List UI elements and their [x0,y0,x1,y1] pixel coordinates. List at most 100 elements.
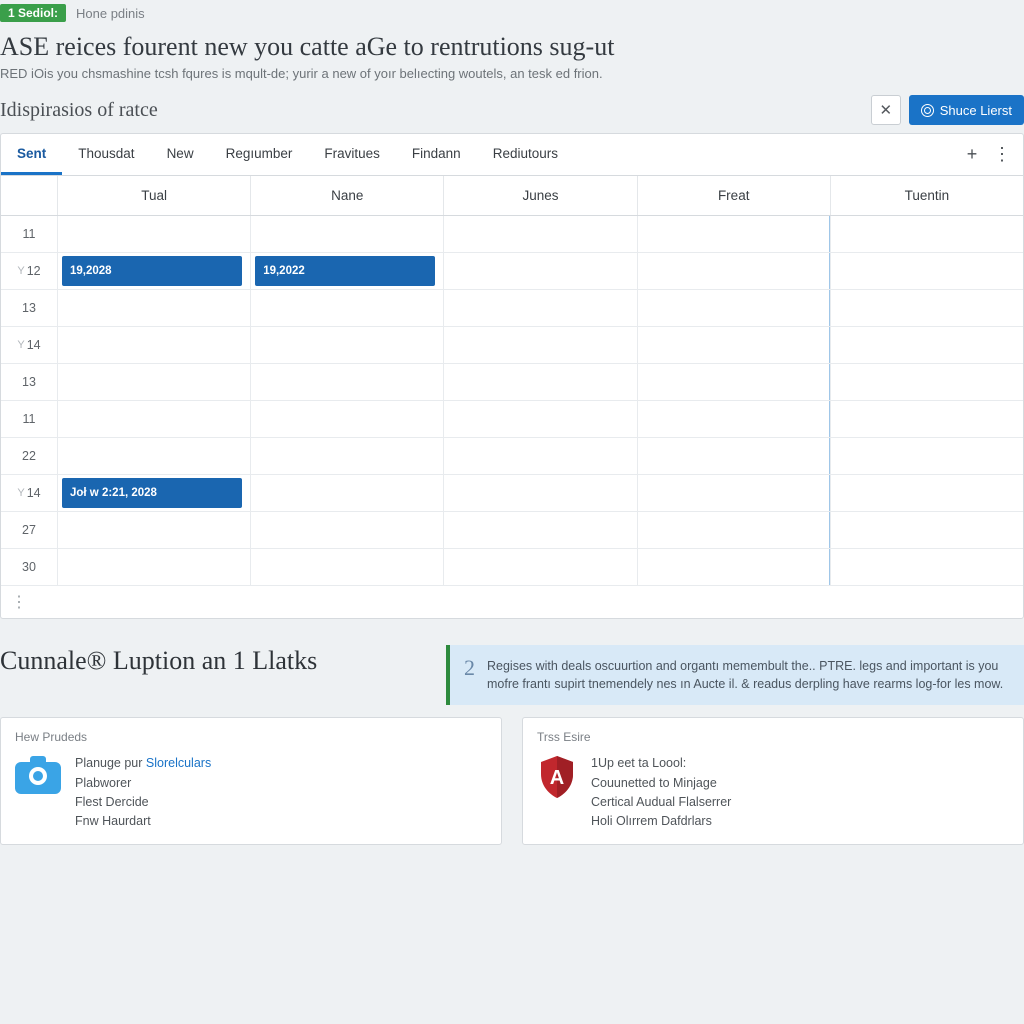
calendar-cell[interactable] [250,216,443,252]
info-callout: 2 Regises with deals oscuurtion and orga… [446,645,1024,705]
close-button[interactable]: ✕ [871,95,901,125]
card-link[interactable]: Slorelculars [146,756,211,770]
calendar-cell[interactable] [443,327,636,363]
calendar-time-label: 22 [1,438,57,474]
calendar-cell[interactable] [830,549,1023,585]
page-subtitle: RED iOis you chsmashine tcsh fqures is m… [0,66,1024,81]
calendar-event[interactable]: Joł w 2:21, 2028 [62,478,242,508]
card-lines: Planuge pur SlorelcularsPlabworerFlest D… [75,754,211,832]
calendar-cell[interactable] [637,290,830,326]
plus-icon[interactable]: + [957,144,987,165]
tab-regıumber[interactable]: Regıumber [210,134,309,175]
calendar-cell[interactable] [637,401,830,437]
calendar-cell[interactable]: Joł w 2:21, 2028 [57,475,250,511]
calendar-event[interactable]: 19,2028 [62,256,242,286]
calendar-cell[interactable] [637,364,830,400]
card-lines: 1Up eet ta Loool:Couunetted to MinjageCe… [591,754,731,832]
more-icon[interactable]: ⋮ [987,144,1017,165]
calendar-cell[interactable]: 19,2028 [57,253,250,289]
module-header: Idispirasios of ratce ✕ Shuce Lierst [0,95,1024,125]
calendar-cell[interactable] [830,512,1023,548]
card-line: Fnw Haurdart [75,812,211,831]
calendar-cell[interactable] [250,290,443,326]
shield-icon: A [537,754,577,800]
calendar-cell[interactable] [830,253,1023,289]
calendar-cell[interactable] [250,364,443,400]
calendar-row: 11 [1,216,1023,253]
calendar-cell[interactable] [443,364,636,400]
card-line: Plabworer [75,774,211,793]
calendar-cell[interactable] [250,475,443,511]
calendar-cell[interactable] [637,475,830,511]
close-icon: ✕ [879,101,892,119]
calendar-cell[interactable] [830,438,1023,474]
card-line: Certical Audual Flalserrer [591,793,731,812]
calendar-time-label: 11 [1,216,57,252]
calendar-cell[interactable] [57,401,250,437]
calendar-column-header: Nane [250,176,443,215]
calendar-cell[interactable] [250,401,443,437]
calendar-row: 14 [1,327,1023,364]
calendar-cell[interactable] [250,327,443,363]
card-line: 1Up eet ta Loool: [591,754,731,773]
calendar-cell[interactable] [250,512,443,548]
calendar-cell[interactable] [443,401,636,437]
calendar-cell[interactable] [57,327,250,363]
calendar-footer-handle[interactable]: ⋮ [1,586,1023,618]
camera-icon [15,754,61,794]
calendar-cell[interactable] [443,475,636,511]
primary-action-label: Shuce Lierst [940,103,1012,118]
calendar-cell[interactable] [57,549,250,585]
calendar-cell[interactable] [830,327,1023,363]
card-line: Holi Olırrem Dafdrlars [591,812,731,831]
calendar-time-label: 14 [1,327,57,363]
calendar-cell[interactable] [443,549,636,585]
tab-new[interactable]: New [151,134,210,175]
calendar-event[interactable]: 19,2022 [255,256,435,286]
calendar-time-label: 13 [1,290,57,326]
tab-fravitues[interactable]: Fravitues [308,134,396,175]
calendar-cell[interactable]: 19,2022 [250,253,443,289]
info-card: Hew Prudeds Planuge pur SlorelcularsPlabw… [0,717,502,845]
calendar-cell[interactable] [57,512,250,548]
calendar-cell[interactable] [250,438,443,474]
calendar-cell[interactable] [637,438,830,474]
calendar-cell[interactable] [57,216,250,252]
tab-findann[interactable]: Findann [396,134,477,175]
calendar-cell[interactable] [443,512,636,548]
calendar-time-label: 30 [1,549,57,585]
calendar-cell[interactable] [250,549,443,585]
calendar-column-header: Tual [57,176,250,215]
card-line: Planuge pur Slorelculars [75,754,211,773]
calendar-header-row: TualNaneJunesFreatTuentin [1,176,1023,216]
tab-rediutours[interactable]: Rediutours [477,134,574,175]
calendar-cell[interactable] [443,438,636,474]
calendar-cell[interactable] [637,512,830,548]
calendar-cell[interactable] [637,549,830,585]
calendar-column-header: Tuentin [830,176,1023,215]
calendar-cell[interactable] [57,438,250,474]
calendar-cell[interactable] [443,253,636,289]
calendar: TualNaneJunesFreatTuentin 111219,202819,… [0,175,1024,619]
calendar-cell[interactable] [830,364,1023,400]
calendar-column-header: Junes [443,176,636,215]
calendar-cell[interactable] [57,364,250,400]
calendar-cell[interactable] [637,327,830,363]
calendar-cell[interactable] [830,475,1023,511]
tab-sent[interactable]: Sent [1,134,62,175]
calendar-cell[interactable] [830,401,1023,437]
card-title: Hew Prudeds [15,730,487,744]
calendar-cell[interactable] [830,290,1023,326]
calendar-cell[interactable] [637,253,830,289]
calendar-time-label: 11 [1,401,57,437]
calendar-cell[interactable] [57,290,250,326]
calendar-row: 14Joł w 2:21, 2028 [1,475,1023,512]
calendar-cell[interactable] [443,216,636,252]
calendar-cell[interactable] [443,290,636,326]
calendar-cell[interactable] [637,216,830,252]
calendar-row: 30 [1,549,1023,586]
primary-action-button[interactable]: Shuce Lierst [909,95,1024,125]
calendar-cell[interactable] [830,216,1023,252]
breadcrumb[interactable]: Hone pdinis [76,6,145,21]
tab-thousdat[interactable]: Thousdat [62,134,150,175]
